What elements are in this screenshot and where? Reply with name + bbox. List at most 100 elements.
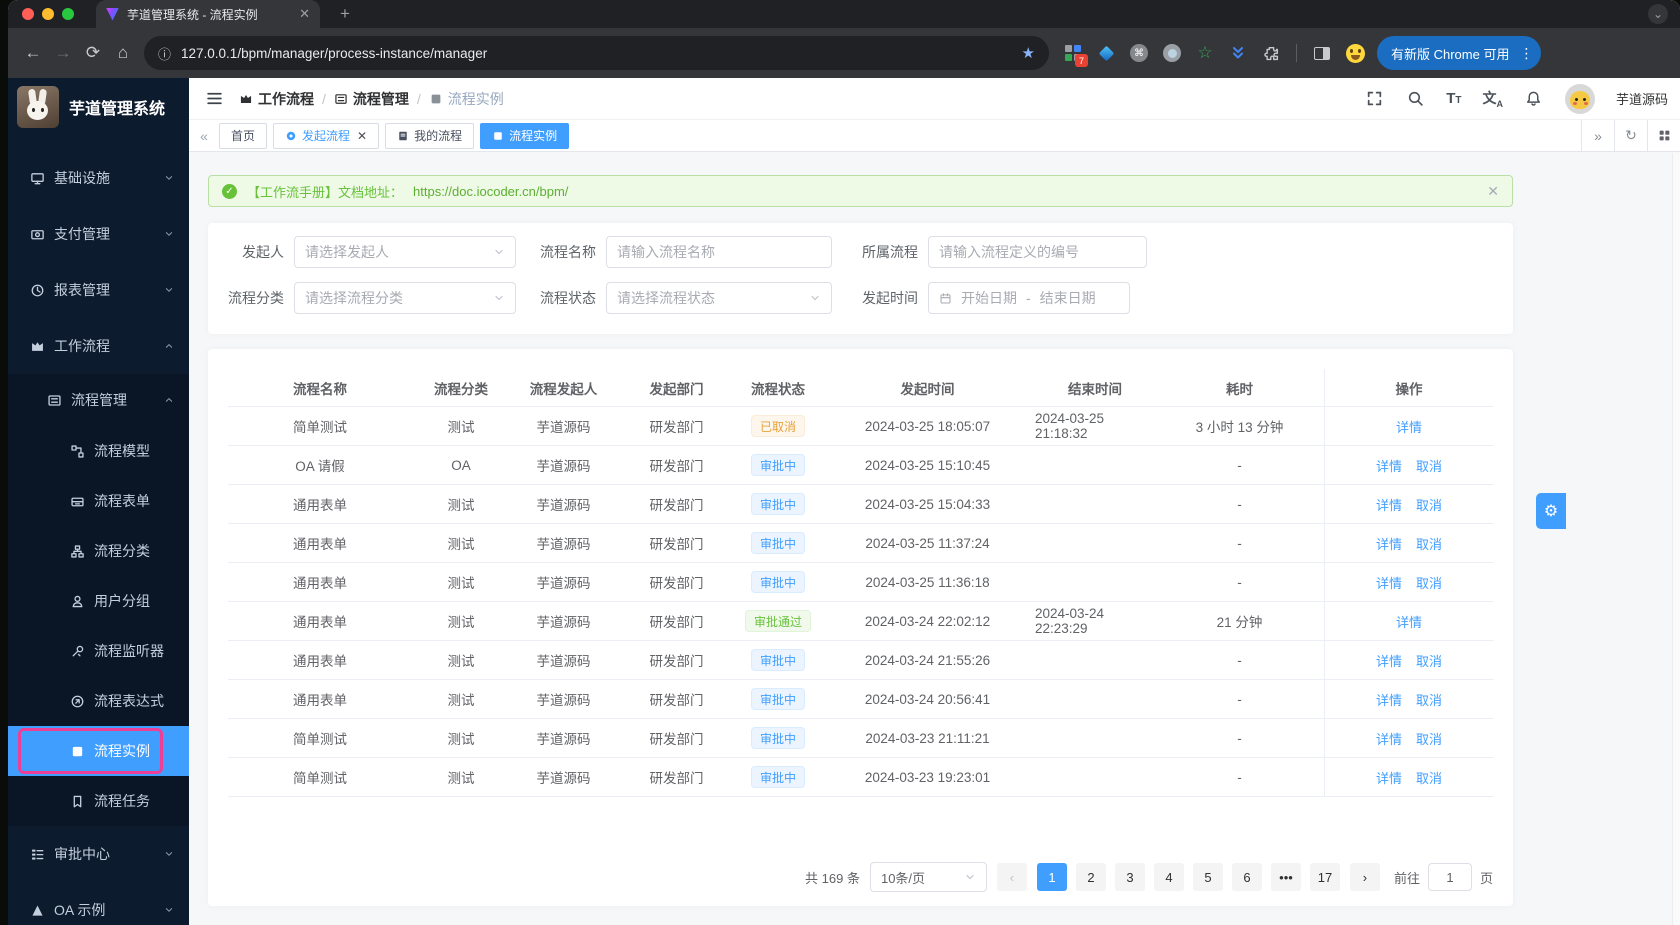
user-avatar[interactable] (1564, 83, 1595, 114)
category-select[interactable]: 请选择流程分类 (294, 282, 516, 314)
sidebar-item-process-model[interactable]: 流程模型 (8, 426, 189, 476)
theme-settings-button[interactable]: ⚙ (1536, 493, 1566, 529)
minimize-window-button[interactable] (42, 8, 54, 20)
page-size-select[interactable]: 10条/页 (869, 862, 987, 892)
extension-grid-icon[interactable]: 7 (1063, 43, 1088, 67)
sidebar-item-process-task[interactable]: 流程任务 (8, 776, 189, 826)
profile-emoji-icon[interactable] (1345, 43, 1365, 63)
tab-search-icon[interactable]: ⌄ (1648, 4, 1668, 24)
content-scrollbar[interactable] (1672, 153, 1680, 925)
process-def-field[interactable] (939, 244, 1136, 260)
forward-icon[interactable]: → (48, 38, 78, 68)
breadcrumb-process-manage[interactable]: 流程管理 (334, 89, 409, 109)
sidebar-item-infrastructure[interactable]: 基础设施 (8, 150, 189, 206)
collapse-sidebar-icon[interactable] (203, 88, 225, 110)
close-tab-icon[interactable]: ✕ (357, 129, 367, 143)
detail-link[interactable]: 详情 (1376, 651, 1402, 670)
sidebar-item-workflow[interactable]: 工作流程 (8, 318, 189, 374)
translate-icon[interactable]: 文A (1482, 88, 1503, 109)
browser-menu-icon[interactable]: ⋮ (1519, 45, 1533, 62)
detail-link[interactable]: 详情 (1376, 729, 1402, 748)
sidebar-item-oa-demo[interactable]: OA 示例 (8, 882, 189, 925)
page-number-button[interactable]: 5 (1192, 863, 1223, 891)
url-text[interactable]: 127.0.0.1/bpm/manager/process-instance/m… (181, 46, 1012, 61)
username[interactable]: 芋道源码 (1616, 89, 1668, 108)
page-goto-input[interactable] (1427, 863, 1472, 891)
sidebar-item-report[interactable]: 报表管理 (8, 262, 189, 318)
cancel-link[interactable]: 取消 (1416, 495, 1442, 514)
next-page-button[interactable]: › (1349, 863, 1380, 891)
extensions-puzzle-icon[interactable] (1261, 43, 1281, 63)
sidebar-item-process-expression[interactable]: 流程表达式 (8, 676, 189, 726)
alert-close-icon[interactable]: ✕ (1487, 183, 1499, 200)
prev-page-button[interactable]: ‹ (996, 863, 1027, 891)
sidebar-item-process-form[interactable]: 流程表单 (8, 476, 189, 526)
breadcrumb-workflow[interactable]: 工作流程 (239, 89, 314, 109)
sidebar-item-user-group[interactable]: 用户分组 (8, 576, 189, 626)
detail-link[interactable]: 详情 (1376, 690, 1402, 709)
page-number-button[interactable]: 1 (1036, 863, 1067, 891)
page-number-button[interactable]: 6 (1231, 863, 1262, 891)
detail-link[interactable]: 详情 (1396, 417, 1422, 436)
detail-link[interactable]: 详情 (1396, 612, 1422, 631)
maximize-window-button[interactable] (62, 8, 74, 20)
page-tab-home[interactable]: 首页 (219, 122, 268, 149)
app-logo[interactable]: 芋道管理系统 (8, 78, 189, 136)
tabs-scroll-left-icon[interactable]: « (189, 128, 219, 144)
page-tab-process-instance[interactable]: 流程实例 (480, 122, 570, 149)
process-name-input[interactable] (606, 236, 832, 268)
tabs-scroll-right-icon[interactable]: » (1581, 119, 1614, 152)
cancel-link[interactable]: 取消 (1416, 690, 1442, 709)
new-tab-button[interactable]: + (334, 3, 356, 25)
tab-layout-grid-icon[interactable] (1647, 119, 1680, 152)
sidebar-item-approval-center[interactable]: 审批中心 (8, 826, 189, 882)
date-range-picker[interactable]: 开始日期 - 结束日期 (928, 282, 1130, 314)
sidebar-item-process-instance[interactable]: 流程实例 (8, 726, 189, 776)
detail-link[interactable]: 详情 (1376, 768, 1402, 787)
detail-link[interactable]: 详情 (1376, 456, 1402, 475)
site-info-icon[interactable]: ⓘ (158, 44, 171, 63)
extension-star-icon[interactable]: ☆ (1195, 43, 1215, 63)
cancel-link[interactable]: 取消 (1416, 456, 1442, 475)
refresh-icon[interactable]: ⟳ (78, 38, 108, 68)
detail-link[interactable]: 详情 (1376, 495, 1402, 514)
page-number-button[interactable]: 4 (1153, 863, 1184, 891)
sidebar-item-process-manage[interactable]: 流程管理 (8, 374, 189, 426)
page-number-button[interactable]: 3 (1114, 863, 1145, 891)
alert-doc-link[interactable]: https://doc.iocoder.cn/bpm/ (413, 184, 568, 199)
sidebar-item-process-category[interactable]: 流程分类 (8, 526, 189, 576)
tab-refresh-icon[interactable]: ↻ (1614, 119, 1647, 152)
extension-circle-icon[interactable] (1162, 43, 1182, 63)
status-select[interactable]: 请选择流程状态 (606, 282, 832, 314)
page-ellipsis-button[interactable]: ••• (1270, 863, 1301, 891)
fullscreen-icon[interactable] (1364, 89, 1384, 109)
starter-select[interactable]: 请选择发起人 (294, 236, 516, 268)
detail-link[interactable]: 详情 (1376, 534, 1402, 553)
home-icon[interactable]: ⌂ (108, 38, 138, 68)
close-window-button[interactable] (22, 8, 34, 20)
bookmark-star-icon[interactable]: ★ (1022, 44, 1035, 62)
detail-link[interactable]: 详情 (1376, 573, 1402, 592)
chrome-update-button[interactable]: 有新版 Chrome 可用 ⋮ (1377, 36, 1542, 70)
address-bar[interactable]: ⓘ 127.0.0.1/bpm/manager/process-instance… (144, 36, 1049, 70)
page-number-button[interactable]: 17 (1309, 863, 1340, 891)
extension-chevrons-icon[interactable] (1228, 43, 1248, 63)
cancel-link[interactable]: 取消 (1416, 768, 1442, 787)
process-def-input[interactable] (928, 236, 1147, 268)
sidebar-item-process-listener[interactable]: 流程监听器 (8, 626, 189, 676)
search-icon[interactable] (1405, 89, 1425, 109)
page-tab-start-process[interactable]: 发起流程 ✕ (273, 122, 380, 149)
cancel-link[interactable]: 取消 (1416, 534, 1442, 553)
cancel-link[interactable]: 取消 (1416, 651, 1442, 670)
cancel-link[interactable]: 取消 (1416, 729, 1442, 748)
cancel-link[interactable]: 取消 (1416, 573, 1442, 592)
bell-icon[interactable] (1524, 89, 1544, 109)
sidebar-item-payment[interactable]: 支付管理 (8, 206, 189, 262)
close-tab-icon[interactable]: ✕ (299, 6, 310, 22)
side-panel-icon[interactable] (1312, 43, 1332, 63)
process-name-field[interactable] (617, 244, 821, 260)
page-tab-my-process[interactable]: 我的流程 (385, 122, 475, 149)
font-size-icon[interactable]: TT (1446, 90, 1461, 107)
browser-tab[interactable]: 芋道管理系统 - 流程实例 ✕ (96, 0, 320, 28)
back-icon[interactable]: ← (18, 38, 48, 68)
